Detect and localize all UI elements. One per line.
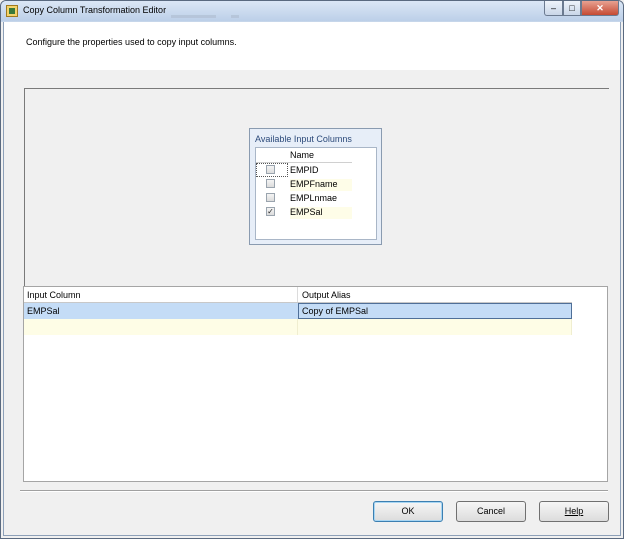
input-column-header: Input Column — [27, 290, 81, 300]
cancel-button[interactable]: Cancel — [456, 501, 526, 522]
output-alias-cell[interactable]: Copy of EMPSal — [298, 303, 572, 319]
available-column-row[interactable]: EMPID — [256, 163, 352, 177]
minimize-button[interactable]: – — [544, 1, 563, 16]
app-icon — [6, 5, 18, 17]
description-text: Configure the properties used to copy in… — [26, 37, 237, 47]
output-alias-header: Output Alias — [302, 290, 351, 300]
footer-separator — [20, 490, 608, 492]
column-name: EMPFname — [290, 179, 352, 191]
column-name: EMPLnmae — [290, 193, 338, 203]
column-checkbox[interactable] — [266, 179, 275, 188]
column-name: EMPID — [290, 165, 319, 175]
column-mapping-grid: Input Column Output Alias EMPSal Copy of… — [23, 286, 608, 482]
header-separator — [297, 287, 298, 302]
available-column-row[interactable]: EMPLnmae — [256, 191, 352, 205]
window-title: Copy Column Transformation Editor — [23, 5, 167, 15]
mapping-grid-header: Input Column Output Alias — [24, 287, 572, 303]
title-bar-shadow — [231, 15, 239, 18]
help-button[interactable]: Help — [539, 501, 609, 522]
title-bar[interactable]: Copy Column Transformation Editor – □ ✕ — [1, 1, 623, 21]
input-column-cell[interactable] — [24, 319, 298, 335]
title-bar-shadow — [171, 15, 216, 18]
header-panel: Configure the properties used to copy in… — [4, 22, 620, 70]
available-input-columns-title: Available Input Columns — [255, 134, 352, 144]
input-column-cell[interactable]: EMPSal — [24, 303, 298, 319]
mapping-row[interactable]: EMPSal Copy of EMPSal — [24, 303, 572, 319]
column-checkbox[interactable] — [266, 165, 275, 174]
available-columns-grid: Name EMPID EMPFname EMPLnmae ✓ EMPSal — [255, 147, 377, 240]
maximize-button[interactable]: □ — [563, 1, 581, 16]
column-checkbox[interactable] — [266, 193, 275, 202]
column-name: EMPSal — [290, 207, 352, 219]
column-checkbox-checked[interactable]: ✓ — [266, 207, 275, 216]
ok-button[interactable]: OK — [373, 501, 443, 522]
name-column-header: Name — [290, 150, 315, 160]
dialog-content: Configure the properties used to copy in… — [3, 22, 621, 536]
available-columns-header: Name — [256, 148, 352, 163]
close-button[interactable]: ✕ — [581, 1, 619, 16]
output-alias-cell[interactable] — [298, 319, 572, 335]
help-button-label: Help — [564, 506, 584, 516]
available-column-row[interactable]: ✓ EMPSal — [256, 205, 352, 219]
available-input-columns-box: Available Input Columns Name EMPID EMPFn… — [249, 128, 382, 245]
new-mapping-row[interactable] — [24, 319, 572, 335]
dialog-window: Copy Column Transformation Editor – □ ✕ … — [0, 0, 624, 539]
available-column-row[interactable]: EMPFname — [256, 177, 352, 191]
